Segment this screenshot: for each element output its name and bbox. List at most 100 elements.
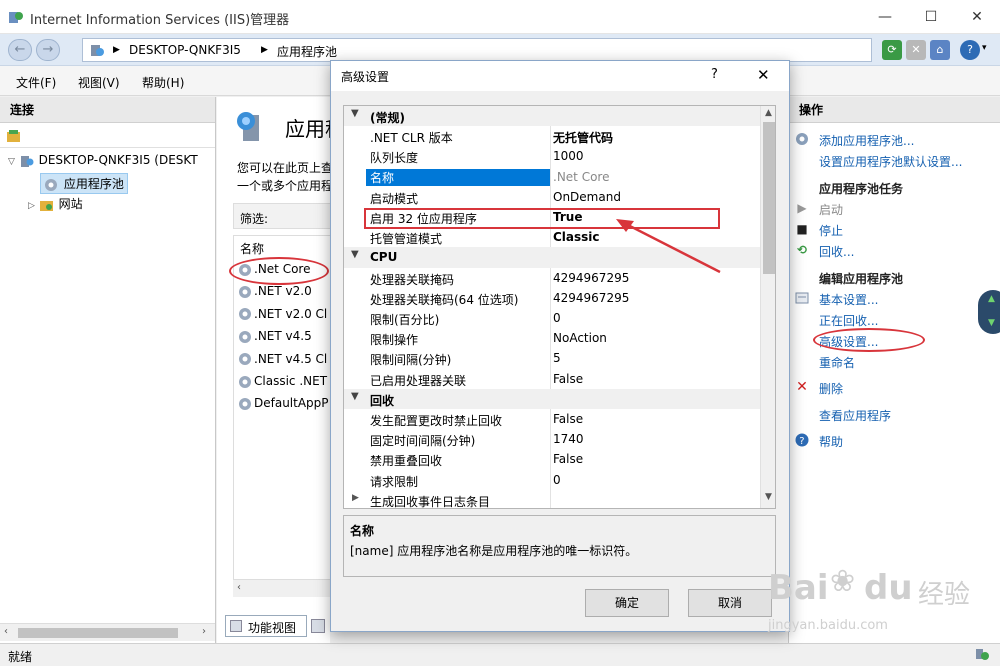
delete-link[interactable]: 删除 [819,380,843,397]
collapse-icon[interactable]: ▼ [351,391,359,402]
recycle-link[interactable]: 回收... [819,243,854,260]
property-value[interactable]: 0 [553,473,561,487]
property-row[interactable]: 已启用处理器关联 False [344,368,760,389]
property-value[interactable]: OnDemand [553,190,621,204]
ok-button[interactable]: 确定 [585,589,669,617]
home-icon[interactable]: ⌂ [930,40,950,60]
expand-icon[interactable]: ▷ [28,201,35,211]
menu-help[interactable]: 帮助(H) [142,74,184,91]
minimize-button[interactable]: — [862,0,908,34]
column-header-name[interactable]: 名称 [240,240,264,257]
add-app-pool-link[interactable]: 添加应用程序池... [819,132,914,149]
collapse-icon[interactable]: ▼ [351,249,359,260]
breadcrumb-server[interactable]: DESKTOP-QNKF3I5 [129,43,241,57]
horizontal-scrollbar[interactable]: ‹ › [0,623,215,641]
forward-button[interactable]: → [36,39,60,61]
property-row[interactable]: 限制(百分比) 0 [344,308,760,329]
stop-icon[interactable]: ✕ [906,40,926,60]
property-row[interactable]: ▶ 生成回收事件日志条目 [344,489,760,509]
server-icon [89,42,105,61]
menu-view[interactable]: 视图(V) [78,74,120,91]
cancel-button[interactable]: 取消 [688,589,772,617]
view-applications-link[interactable]: 查看应用程序 [819,407,891,424]
connect-icon[interactable] [6,128,22,144]
property-name: 处理器关联掩码(64 位选项) [370,292,519,307]
property-row[interactable]: 禁用重叠回收 False [344,449,760,470]
list-item[interactable]: Classic .NET [238,374,327,389]
property-name: 生成回收事件日志条目 [370,494,491,509]
side-scroll-widget[interactable]: ▲ ▼ [978,290,1000,334]
breadcrumb[interactable]: ▶ DESKTOP-QNKF3I5 ▶ 应用程序池 [82,38,872,62]
property-category[interactable]: ▼ 回收 [344,388,760,409]
property-value[interactable]: .Net Core [553,170,609,184]
property-row[interactable]: .NET CLR 版本 无托管代码 [344,126,760,147]
content-view-icon[interactable] [311,619,325,633]
scrollbar-thumb[interactable] [763,122,775,274]
tree-item-app-pools[interactable]: 应用程序池 [40,173,128,194]
stop-link[interactable]: 停止 [819,222,843,239]
back-button[interactable]: ← [8,39,32,61]
property-row[interactable]: 限制操作 NoAction [344,328,760,349]
property-value[interactable]: 1740 [553,432,584,446]
breadcrumb-app-pools[interactable]: 应用程序池 [277,43,337,60]
recycling-settings-link[interactable]: 正在回收... [819,312,878,329]
property-row[interactable]: 请求限制 0 [344,469,760,490]
expand-icon[interactable]: ▶ [352,493,359,503]
list-item[interactable]: .NET v4.5 Cl [238,352,327,367]
property-value[interactable]: 1000 [553,149,584,163]
list-item[interactable]: .NET v2.0 [238,284,312,299]
property-value[interactable]: False [553,412,583,426]
page-description: 您可以在此页上查 [237,161,330,175]
property-row[interactable]: 名称 .Net Core [344,166,760,187]
property-category[interactable]: ▼ (常规) [344,106,760,127]
help-icon[interactable]: ? [960,40,980,60]
collapse-icon[interactable]: ▽ [8,157,15,167]
list-hscrollbar[interactable]: ‹ [233,579,330,597]
tree-item-server[interactable]: ▽ DESKTOP-QNKF3I5 (DESKT [8,153,198,168]
help-link[interactable]: 帮助 [819,433,843,450]
scroll-left-icon[interactable]: ‹ [237,582,241,593]
property-row[interactable]: 启动模式 OnDemand [344,186,760,207]
column-separator [550,267,551,288]
scroll-down-icon[interactable]: ▼ [765,492,772,502]
list-item-label: Classic .NET [254,374,328,388]
maximize-button[interactable]: ☐ [908,0,954,34]
tree-item-sites[interactable]: ▷ 网站 [28,195,83,212]
dialog-close-button[interactable]: ✕ [757,66,770,84]
menu-file[interactable]: 文件(F) [16,74,56,91]
property-row[interactable]: 发生配置更改时禁止回收 False [344,409,760,430]
property-name: 固定时间间隔(分钟) [370,434,476,449]
start-link: 启动 [819,203,844,217]
scroll-down-icon[interactable]: ▼ [988,318,995,328]
refresh-icon[interactable]: ⟳ [882,40,902,60]
property-value[interactable]: 0 [553,311,561,325]
property-value[interactable]: False [553,452,583,466]
list-item[interactable]: DefaultAppP [238,396,329,411]
scroll-up-icon[interactable]: ▲ [765,108,772,118]
property-value[interactable]: NoAction [553,331,607,345]
property-row[interactable]: 固定时间间隔(分钟) 1740 [344,429,760,450]
property-row[interactable]: 队列长度 1000 [344,146,760,167]
scroll-right-icon[interactable]: › [202,626,206,637]
help-dropdown-icon[interactable]: ▾ [982,43,987,53]
close-window-button[interactable]: ✕ [954,0,1000,34]
column-separator [550,146,551,167]
status-text: 就绪 [8,650,33,664]
scroll-up-icon[interactable]: ▲ [988,294,995,304]
property-value[interactable]: False [553,372,583,386]
list-item[interactable]: .NET v2.0 Cl [238,307,327,322]
scroll-left-icon[interactable]: ‹ [4,626,8,637]
property-grid-scrollbar[interactable]: ▲ ▼ [760,106,775,508]
tab-features-view[interactable]: 功能视图 [225,615,307,637]
rename-link[interactable]: 重命名 [819,354,855,371]
property-value[interactable]: 无托管代码 [553,129,613,146]
scrollbar-thumb[interactable] [18,628,178,638]
property-value[interactable]: Classic [553,230,600,244]
basic-settings-link[interactable]: 基本设置... [819,291,878,308]
collapse-icon[interactable]: ▼ [351,108,359,119]
list-item[interactable]: .NET v4.5 [238,329,312,344]
property-value[interactable]: 5 [553,351,561,365]
dialog-help-button[interactable]: ? [711,67,718,82]
set-pool-defaults-link[interactable]: 设置应用程序池默认设置... [819,153,962,170]
property-row[interactable]: 限制间隔(分钟) 5 [344,348,760,369]
